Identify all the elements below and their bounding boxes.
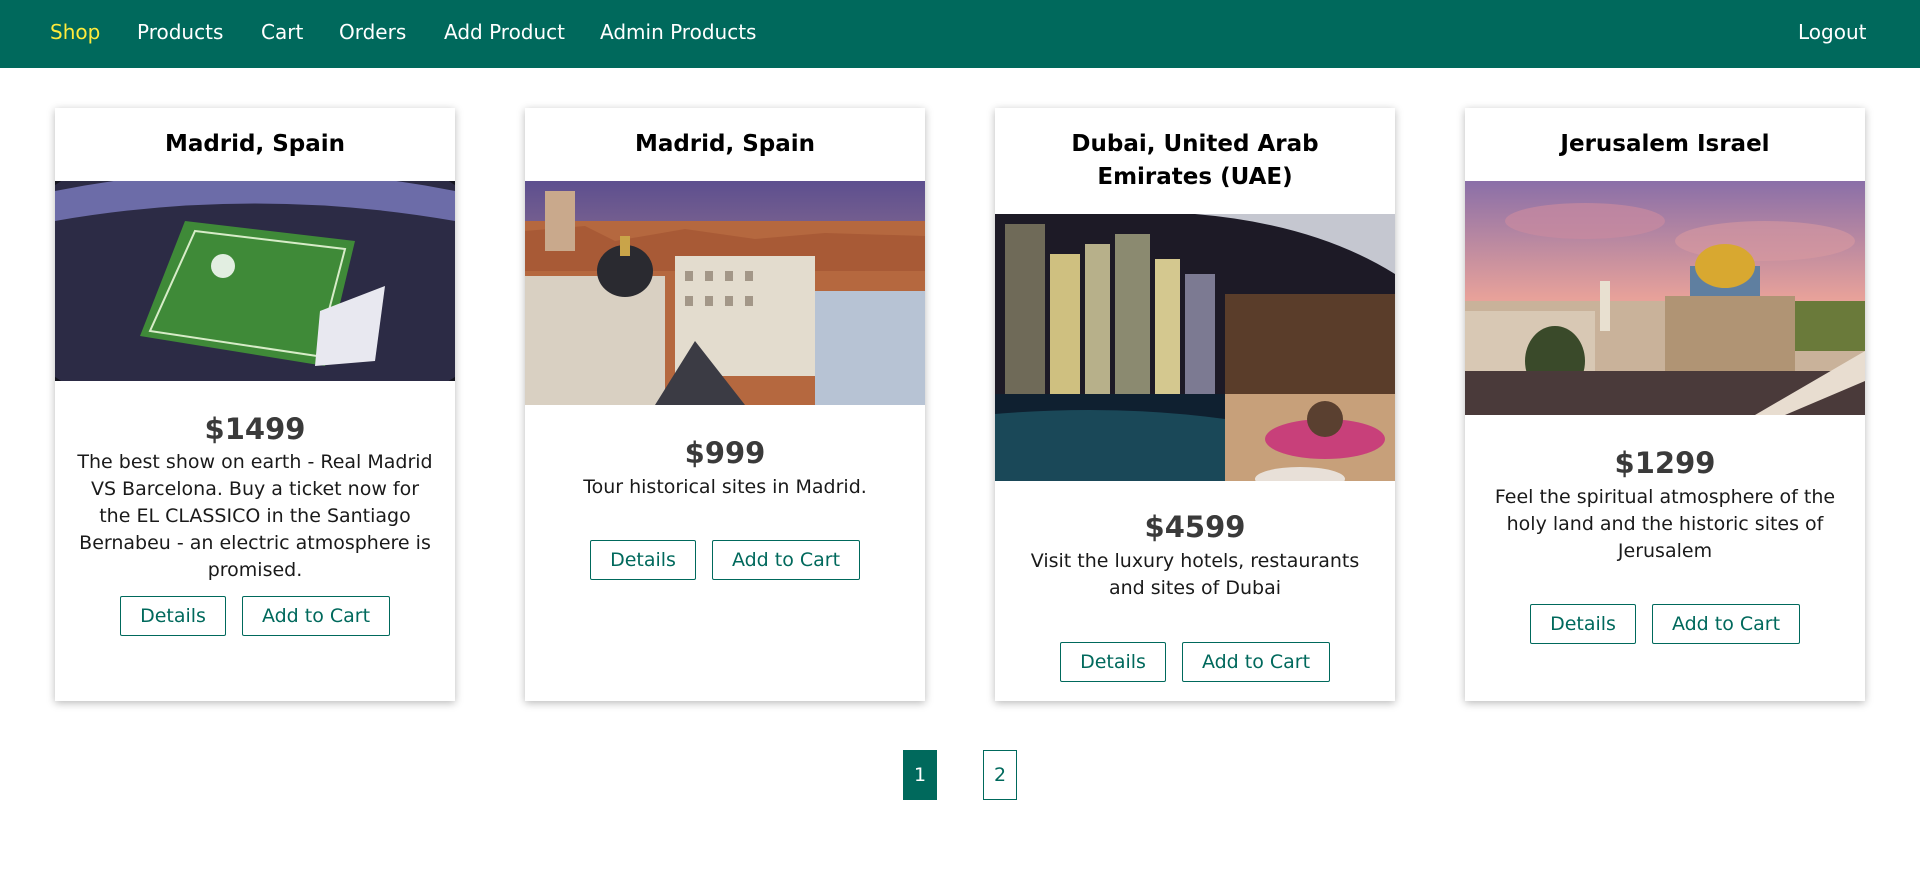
product-image — [995, 214, 1395, 481]
product-description: The best show on earth - Real Madrid VS … — [77, 451, 433, 581]
product-price: $4599 — [1144, 510, 1246, 544]
nav-link-logout[interactable]: Logout — [1798, 20, 1866, 44]
product-card: Jerusalem Israel $1299 Feel the spiritua… — [1465, 108, 1865, 701]
add-to-cart-button[interactable]: Add to Cart — [242, 596, 390, 636]
product-price: $1499 — [204, 412, 306, 446]
product-title: Madrid, Spain — [634, 131, 816, 157]
add-to-cart-button[interactable]: Add to Cart — [712, 540, 860, 580]
pagination-page-1[interactable]: 1 — [903, 750, 937, 800]
top-navigation-bar: Shop Products Cart Orders Add Product Ad… — [0, 0, 1920, 68]
product-actions: Details Add to Cart — [55, 596, 455, 636]
details-button[interactable]: Details — [1530, 604, 1636, 644]
nav-link-products[interactable]: Products — [137, 20, 223, 44]
product-actions: Details Add to Cart — [525, 540, 925, 580]
product-image — [1465, 181, 1865, 415]
product-title: Madrid, Spain — [164, 131, 346, 157]
product-description: Visit the luxury hotels, restaurants and… — [1030, 550, 1360, 599]
add-to-cart-button[interactable]: Add to Cart — [1652, 604, 1800, 644]
product-image — [55, 181, 455, 381]
details-button[interactable]: Details — [1060, 642, 1166, 682]
product-description: Feel the spiritual atmosphere of the hol… — [1494, 486, 1836, 562]
details-button[interactable]: Details — [590, 540, 696, 580]
product-card: Dubai, United Arab Emirates (UAE) $4599 … — [995, 108, 1395, 701]
product-description: Tour historical sites in Madrid. — [583, 476, 867, 498]
nav-link-orders[interactable]: Orders — [339, 20, 406, 44]
product-price: $999 — [684, 436, 766, 470]
product-actions: Details Add to Cart — [1465, 604, 1865, 644]
product-card: Madrid, Spain $1499 The best show on ear… — [55, 108, 455, 701]
nav-link-add-product[interactable]: Add Product — [444, 20, 565, 44]
product-price: $1299 — [1614, 446, 1716, 480]
nav-link-cart[interactable]: Cart — [261, 20, 303, 44]
add-to-cart-button[interactable]: Add to Cart — [1182, 642, 1330, 682]
nav-link-shop[interactable]: Shop — [50, 20, 100, 44]
product-image — [525, 181, 925, 405]
details-button[interactable]: Details — [120, 596, 226, 636]
product-card: Madrid, Spain $999 Tour historical sites… — [525, 108, 925, 701]
product-title: Jerusalem Israel — [1560, 131, 1770, 157]
product-title: Dubai, United Arab Emirates (UAE) — [1071, 131, 1319, 190]
nav-link-admin-products[interactable]: Admin Products — [600, 20, 756, 44]
product-actions: Details Add to Cart — [995, 642, 1395, 682]
pagination-page-2[interactable]: 2 — [983, 750, 1017, 800]
